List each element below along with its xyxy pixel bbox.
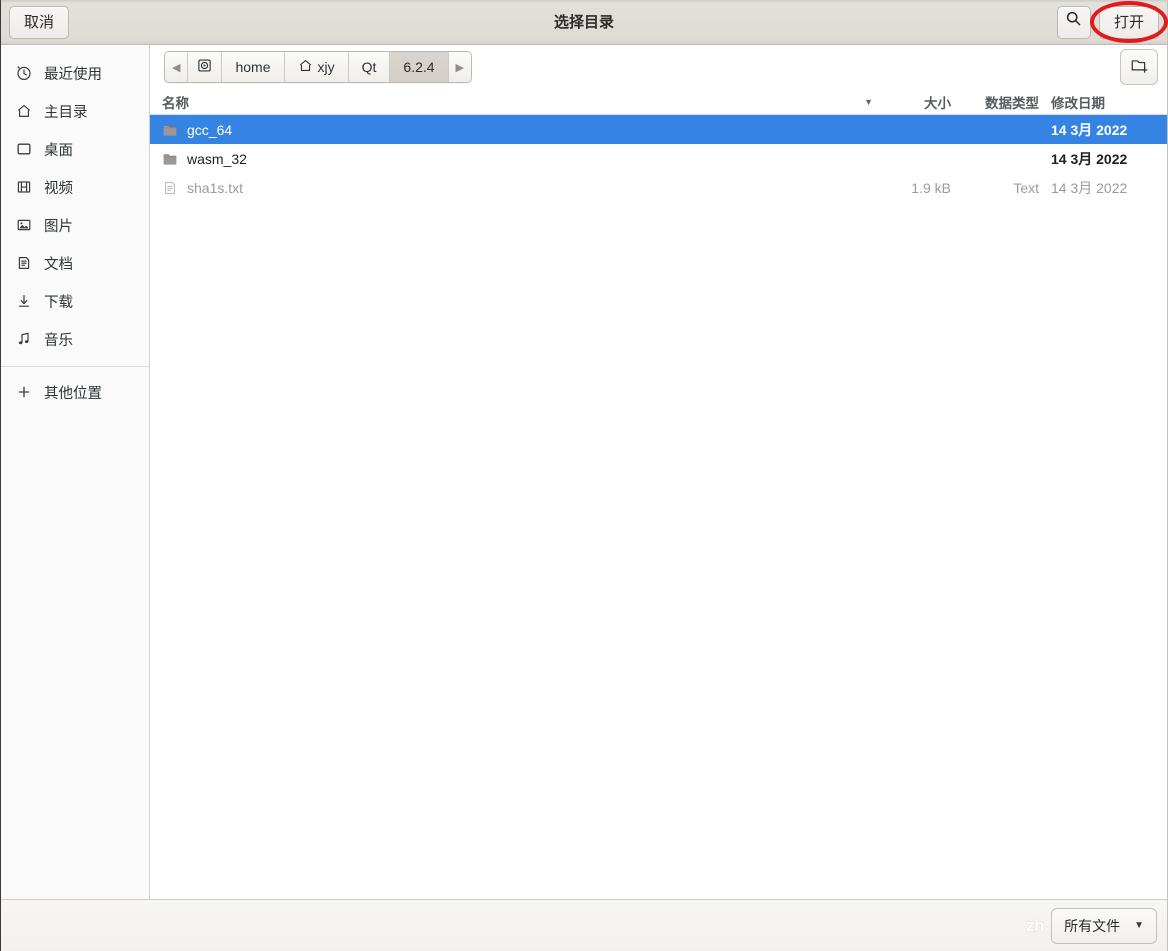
video-icon	[15, 179, 32, 196]
file-date-cell: 14 3月 2022	[1051, 121, 1128, 138]
header-right-group: 打开	[1056, 0, 1159, 45]
image-icon	[15, 217, 32, 234]
search-icon	[1065, 7, 1082, 38]
file-list-header: 名称 ▼ 大小 数据类型 修改日期	[150, 89, 1167, 115]
search-button[interactable]	[1056, 6, 1091, 39]
desktop-icon	[15, 141, 32, 158]
sidebar-item-label: 视频	[44, 180, 73, 197]
file-filter-dropdown[interactable]: zh 所有文件 ▼	[1026, 907, 1157, 944]
file-name-cell: gcc_64	[162, 122, 883, 138]
sidebar-item-downloads[interactable]: 下载	[1, 282, 149, 320]
breadcrumb-segment-qt[interactable]: Qt	[348, 52, 391, 82]
breadcrumb-next-button[interactable]: ▶	[448, 52, 472, 82]
breadcrumb-prev-button[interactable]: ◀	[165, 52, 189, 82]
sidebar-item-home[interactable]: 主目录	[1, 92, 149, 130]
dialog-body: 最近使用 主目录 桌面 视频 图片 文档 下载 音乐 其他位置 ◀ home x…	[1, 45, 1167, 899]
action-bar: zh 所有文件 ▼	[1, 899, 1167, 951]
sidebar-item-recent[interactable]: 最近使用	[1, 54, 149, 92]
table-row[interactable]: gcc_64 14 3月 2022	[150, 115, 1167, 144]
breadcrumb-segment-current[interactable]: 6.2.4	[390, 52, 449, 82]
file-date-cell: 14 3月 2022	[1051, 150, 1128, 167]
sidebar-item-label: 图片	[44, 218, 73, 235]
chevron-down-icon: ▼	[1134, 920, 1144, 931]
file-name-label: gcc_64	[187, 121, 233, 138]
sidebar-item-pictures[interactable]: 图片	[1, 206, 149, 244]
column-header-date[interactable]: 修改日期	[1047, 92, 1167, 112]
header-top-highlight	[1, 0, 1167, 3]
breadcrumb: ◀ home xjy Qt 6.2.4 ▶	[164, 51, 473, 83]
sidebar-separator	[1, 366, 149, 367]
breadcrumb-segment-home[interactable]: home	[222, 52, 285, 82]
download-icon	[15, 293, 32, 310]
pathbar-row: ◀ home xjy Qt 6.2.4 ▶	[150, 45, 1167, 89]
home-icon	[15, 103, 32, 120]
clock-icon	[15, 65, 32, 82]
table-row[interactable]: wasm_32 14 3月 2022	[150, 144, 1167, 173]
file-name-label: sha1s.txt	[187, 179, 244, 196]
file-size-cell: 1.9 kB	[911, 179, 951, 196]
sidebar-item-music[interactable]: 音乐	[1, 320, 149, 358]
sidebar-item-label: 其他位置	[44, 385, 102, 402]
music-icon	[15, 331, 32, 348]
column-header-size[interactable]: 大小	[883, 92, 959, 112]
document-icon	[15, 255, 32, 272]
sidebar-item-label: 主目录	[44, 104, 88, 121]
column-header-name[interactable]: 名称 ▼	[162, 92, 883, 112]
text-file-icon	[162, 180, 178, 196]
sidebar-item-label: 最近使用	[44, 66, 102, 83]
file-name-label: wasm_32	[187, 150, 247, 167]
sidebar-item-label: 音乐	[44, 332, 73, 349]
folder-icon	[162, 122, 178, 138]
folder-icon	[162, 151, 178, 167]
new-folder-icon	[1130, 56, 1149, 78]
main-pane: ◀ home xjy Qt 6.2.4 ▶ 名称 ▼ 大小 数据类型 修改日期 …	[150, 45, 1167, 899]
file-chooser-window: 取消 选择目录 打开 最近使用 主目录 桌面 视频 图片 文档 下载 音乐 其他…	[0, 0, 1168, 951]
file-list-rows: gcc_64 14 3月 2022 wasm_32 14 3月 2022 sha…	[150, 115, 1167, 899]
ime-indicator: zh	[1026, 915, 1044, 935]
file-date-cell: 14 3月 2022	[1051, 179, 1128, 196]
home-icon	[298, 58, 313, 76]
breadcrumb-segment-label: xjy	[317, 59, 335, 75]
header-bar: 取消 选择目录 打开	[1, 0, 1168, 45]
plus-icon	[15, 384, 32, 401]
breadcrumb-segment-filesystem[interactable]	[188, 52, 223, 82]
file-name-cell: sha1s.txt	[162, 180, 883, 196]
sidebar-item-videos[interactable]: 视频	[1, 168, 149, 206]
cancel-button[interactable]: 取消	[9, 5, 70, 39]
sidebar-item-label: 文档	[44, 256, 73, 273]
file-type-cell: Text	[1013, 179, 1039, 196]
sidebar-item-label: 下载	[44, 294, 73, 311]
sidebar-item-desktop[interactable]: 桌面	[1, 130, 149, 168]
file-filter-label: 所有文件	[1064, 917, 1121, 934]
file-name-cell: wasm_32	[162, 151, 883, 167]
sort-descending-icon: ▼	[864, 96, 873, 107]
sidebar-item-other-locations[interactable]: 其他位置	[1, 373, 149, 411]
table-row[interactable]: sha1s.txt 1.9 kB Text 14 3月 2022	[150, 173, 1167, 202]
breadcrumb-segment-xjy[interactable]: xjy	[284, 52, 349, 82]
sidebar-item-label: 桌面	[44, 142, 73, 159]
open-button[interactable]: 打开	[1098, 6, 1159, 39]
new-folder-button[interactable]	[1120, 49, 1158, 85]
file-list: 名称 ▼ 大小 数据类型 修改日期 gcc_64 14 3月 2022 wasm…	[150, 89, 1167, 899]
window-title: 选择目录	[553, 14, 614, 31]
column-header-label: 名称	[162, 95, 189, 111]
sidebar-item-documents[interactable]: 文档	[1, 244, 149, 282]
places-sidebar: 最近使用 主目录 桌面 视频 图片 文档 下载 音乐 其他位置	[1, 45, 150, 899]
disk-icon	[197, 58, 212, 76]
column-header-type[interactable]: 数据类型	[959, 92, 1047, 112]
